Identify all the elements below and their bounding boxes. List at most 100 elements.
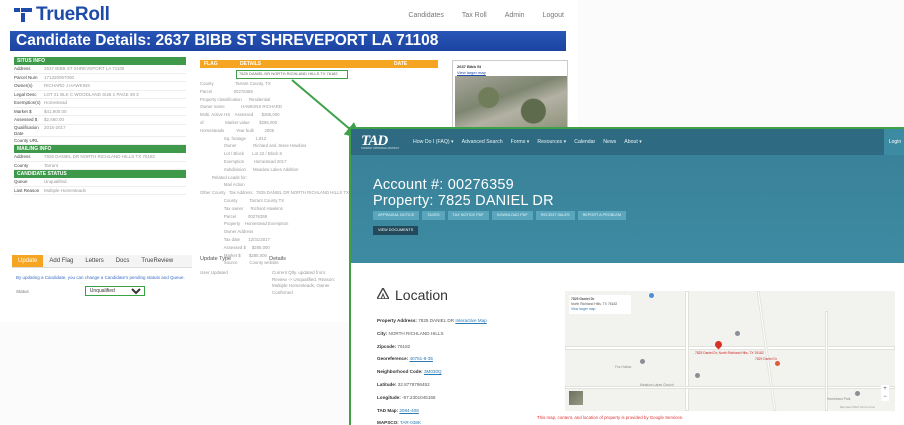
situs-value: LOT 21 BLK C WOODLAND SUB 1 PAGE 49 3 xyxy=(44,91,139,97)
property-address: Property: 7825 DANIEL DR xyxy=(373,193,554,209)
situs-value: 2637 BIBB ST SHREVEPORT LA 71108 xyxy=(44,66,125,71)
location-row: Zipcode: 76182 xyxy=(377,341,487,354)
situs-row: Address 2637 BIBB ST SHREVEPORT LA 71108 xyxy=(14,65,186,74)
location-label: Property Address: xyxy=(377,318,417,323)
map-poi-icon[interactable] xyxy=(640,359,645,364)
map-poi-icon[interactable] xyxy=(695,373,700,378)
status-row: Queue Unqualified xyxy=(14,178,186,187)
account-number: Account #: 00276359 xyxy=(373,177,514,193)
situs-value: $2,660.00 xyxy=(44,117,65,122)
location-link[interactable]: TAR-038K xyxy=(400,420,421,425)
highlighted-mailing-address: 7825 DANIEL DR NORTH RICHLAND HILLS TX 7… xyxy=(236,70,348,79)
mailing-label: Address xyxy=(14,154,31,159)
location-section: Location Property Address: 7825 DANIEL D… xyxy=(351,263,904,425)
account-action-button[interactable]: TAXES xyxy=(422,211,445,220)
trueroll-logo-icon xyxy=(14,8,32,22)
location-value: 76182 xyxy=(397,343,411,349)
situs-label: Parcel Num xyxy=(14,74,38,80)
tab-truereview[interactable]: TrueReview xyxy=(135,255,179,267)
location-row: MAPSCO: TAR-038K xyxy=(377,417,487,425)
situs-rows: Address 2637 BIBB ST SHREVEPORT LA 71108 P… xyxy=(14,65,186,145)
queue-note: By updating a Candidate, you can change … xyxy=(16,275,185,280)
location-row: TAD Map: 2084-408 xyxy=(377,405,487,418)
status-label: Queue xyxy=(14,179,28,184)
location-link[interactable]: Interactive Map xyxy=(455,318,486,323)
account-action-button[interactable]: DOWNLOAD PDF xyxy=(491,211,533,220)
situs-label: Exemption(s) xyxy=(14,100,41,105)
tad-menu-item[interactable]: How Do I (FAQ) ▾ xyxy=(413,139,454,145)
map-poi-icon[interactable] xyxy=(649,293,654,298)
location-map[interactable]: 7825 Daniel Dr North Richland Hills, TX … xyxy=(565,291,895,411)
tad-window: TAD TARRANT APPRAISAL DISTRICT How Do I … xyxy=(349,127,904,425)
tad-menu-item[interactable]: Resources ▾ xyxy=(537,139,566,145)
map-poi-icon[interactable] xyxy=(775,361,780,366)
view-documents-button[interactable]: VIEW DOCUMENTS xyxy=(373,226,419,235)
tab-letters[interactable]: Letters xyxy=(79,255,109,267)
map-zoom-control[interactable]: + − xyxy=(881,385,889,401)
flag-col-header: FLAG xyxy=(204,61,218,67)
trueroll-brand[interactable]: TrueRoll xyxy=(36,4,110,26)
aerial-larger-map-link[interactable]: View larger map xyxy=(457,70,486,75)
situs-value: $41,900.00 xyxy=(44,108,67,114)
situs-row: Market $ $41,900.00 xyxy=(14,108,186,116)
situs-row: Exemption(s) Homestead xyxy=(14,99,186,108)
nav-logout[interactable]: Logout xyxy=(543,12,564,19)
map-disclaimer: This map, content, and location of prope… xyxy=(537,415,684,420)
map-poi-label: Meadow Lakes Church xyxy=(640,383,674,387)
tad-menu-item[interactable]: Advanced Search xyxy=(462,139,503,145)
location-link[interactable]: 3M030Q xyxy=(424,369,442,374)
map-larger-link[interactable]: View larger map xyxy=(571,307,595,311)
situs-value: 2015-2017 xyxy=(44,124,66,130)
map-satellite-toggle[interactable] xyxy=(569,391,583,405)
mailing-rows: Address 7825 DANIEL DR NORTH RICHLAND HIL… xyxy=(14,153,186,170)
tad-logo[interactable]: TAD TARRANT APPRAISAL DISTRICT xyxy=(361,132,403,152)
map-poi-icon[interactable] xyxy=(855,391,860,396)
account-action-button[interactable]: RECENT SALES xyxy=(535,211,575,220)
location-label: Longitude: xyxy=(377,394,401,400)
tad-menu: How Do I (FAQ) ▾ Advanced Search Forms ▾ Re… xyxy=(413,139,642,145)
tab-add-flag[interactable]: Add Flag xyxy=(43,255,79,267)
login-button[interactable]: Login xyxy=(884,129,904,155)
nav-admin[interactable]: Admin xyxy=(505,12,525,19)
flag-detail-row: Multi. Active HS Assessed $285,000 xyxy=(200,112,280,118)
nav-tax-roll[interactable]: Tax Roll xyxy=(462,12,487,19)
flag-detail-row: Property classification Residential xyxy=(200,96,271,102)
nav-candidates[interactable]: Candidates xyxy=(408,12,443,19)
situs-row: Legal Desc LOT 21 BLK C WOODLAND SUB 1 PA… xyxy=(14,91,186,99)
tad-menu-item[interactable]: Calendar xyxy=(574,139,595,145)
screenshot-composite: TrueRoll Candidates Tax Roll Admin Logou… xyxy=(0,0,904,425)
situs-value: RICHARD J HAWKINS xyxy=(44,83,91,88)
update-type-value: User Updated xyxy=(200,270,228,275)
mailing-label: County xyxy=(14,162,29,168)
location-value: NORTH RICHLAND HILLS xyxy=(388,330,444,336)
update-type-col: Update Type xyxy=(200,256,232,262)
situs-label: Market $ xyxy=(14,108,32,114)
situs-label: Owner(s) xyxy=(14,83,33,88)
location-link[interactable]: 40751-8-35 xyxy=(409,356,433,361)
account-action-button[interactable]: APPRAISAL NOTICE xyxy=(373,211,420,220)
location-row: Property Address: 7825 DANIEL DR Interac… xyxy=(377,315,487,328)
status-select[interactable]: Unqualified xyxy=(84,286,145,296)
trueroll-header: TrueRoll Candidates Tax Roll Admin Logou… xyxy=(0,0,578,30)
location-title: Location xyxy=(395,287,448,303)
tad-menu-item[interactable]: News xyxy=(603,139,616,145)
location-row: Neighborhood Code: 3M030Q xyxy=(377,366,487,379)
tab-update[interactable]: Update xyxy=(12,255,44,267)
tad-menu-item[interactable]: About ▾ xyxy=(624,139,642,145)
tad-menu-item[interactable]: Forms ▾ xyxy=(511,139,530,145)
location-value: -97.2301045166 xyxy=(402,394,436,400)
aerial-photo[interactable] xyxy=(455,76,567,130)
account-action-button[interactable]: TAX NOTICE PDF xyxy=(447,211,489,220)
tab-docs[interactable]: Docs xyxy=(110,255,136,267)
account-action-button[interactable]: REPORT A PROBLEM xyxy=(577,211,627,220)
details-col-header: DETAILS xyxy=(240,61,262,67)
location-label: City: xyxy=(377,330,388,336)
mailing-value: 7825 DANIEL DR NORTH RICHLAND HILLS TX 7… xyxy=(44,154,155,159)
location-row: Latitude: 32.8778796452 xyxy=(377,379,487,392)
situs-label: Qualification Date xyxy=(14,124,39,136)
location-link[interactable]: 2084-408 xyxy=(399,408,418,413)
candidate-info-column: SITUS INFO Address 2637 BIBB ST SHREVEPOR… xyxy=(14,57,186,195)
situs-label: County URL xyxy=(14,137,39,143)
location-label: Georeference: xyxy=(377,356,409,362)
map-poi-icon[interactable] xyxy=(735,331,740,336)
